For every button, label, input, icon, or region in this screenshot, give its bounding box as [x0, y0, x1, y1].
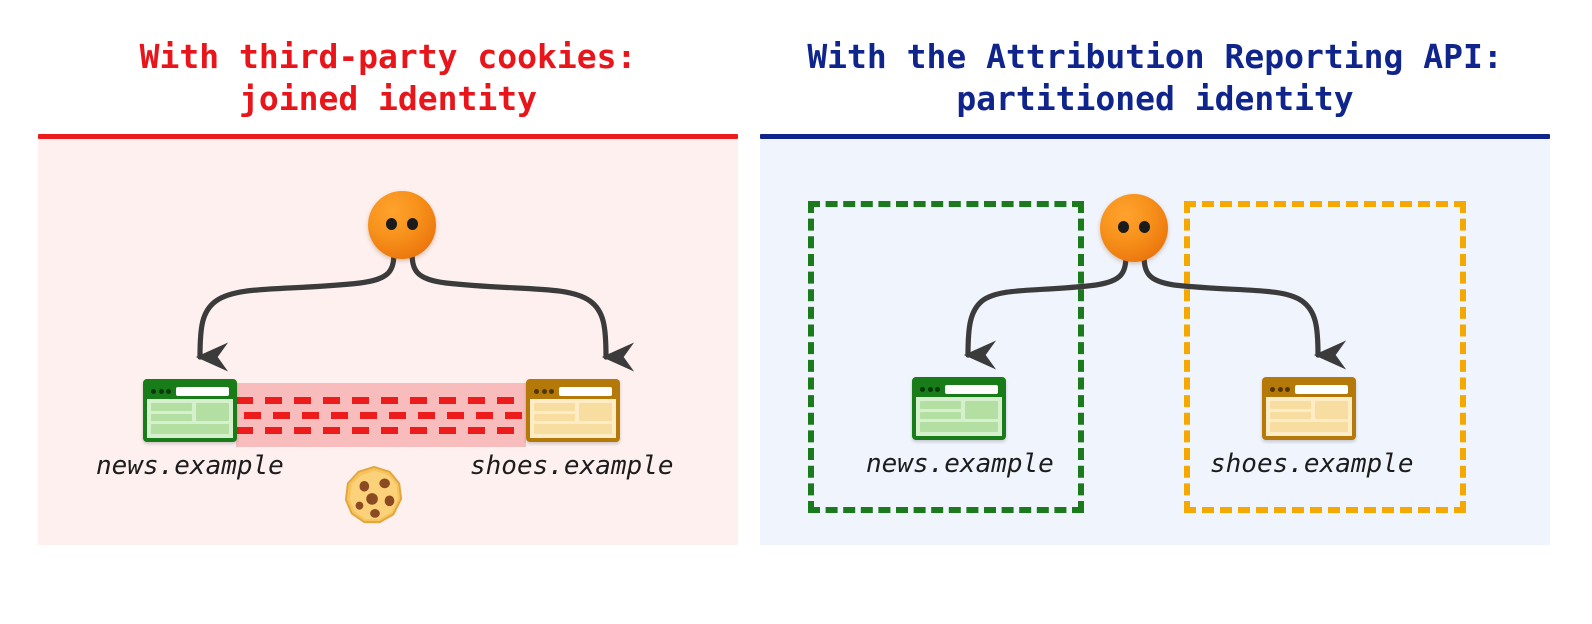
cookie-icon: [344, 466, 403, 524]
panel-title-attribution-reporting-api: With the Attribution Reporting API: part…: [807, 37, 1503, 119]
browser-content-row: [534, 403, 612, 422]
browser-url-bar[interactable]: [559, 386, 612, 396]
joined-identity-dash-row: [236, 397, 526, 405]
browser-titlebar: [916, 381, 1002, 397]
browser-content-column: [534, 403, 576, 422]
browser-window-news-example[interactable]: [912, 377, 1006, 441]
browser-content-block: [151, 424, 229, 435]
arrow-to-news-example: [195, 248, 397, 373]
panel-title-third-party-cookies: With third-party cookies: joined identit…: [139, 37, 637, 119]
panel-attribution-reporting-api: With the Attribution Reporting API: part…: [760, 0, 1550, 624]
browser-content-block: [920, 411, 962, 420]
avatar-eye-right-icon: [1139, 221, 1150, 234]
joined-identity-band: [236, 383, 526, 448]
joined-identity-dash-row: [236, 411, 526, 419]
arrow-to-shoes-example: [409, 248, 635, 373]
browser-content-block: [965, 401, 998, 420]
browser-content-column: [151, 403, 193, 422]
avatar-eye-right-icon: [407, 218, 418, 231]
browser-content-block: [151, 403, 193, 411]
browser-window-shoes-example[interactable]: [526, 379, 620, 443]
browser-content-block: [920, 401, 962, 409]
site-label-news-example: news.example: [96, 451, 284, 482]
browser-url-bar[interactable]: [945, 384, 998, 394]
browser-content-block: [1270, 422, 1348, 433]
browser-viewport: [147, 399, 233, 439]
browser-content-block: [534, 424, 612, 435]
user-identity-avatar: [368, 191, 436, 260]
browser-content-row: [1270, 401, 1348, 420]
avatar-eye-left-icon: [386, 218, 397, 231]
site-label-shoes-example: shoes.example: [470, 451, 674, 482]
browser-content-block: [534, 413, 576, 422]
panel-body-attribution-reporting-api: news.example shoes.example: [760, 139, 1550, 546]
browser-content-block: [196, 403, 229, 422]
avatar-eye-left-icon: [1118, 221, 1129, 234]
browser-content-block: [151, 413, 193, 422]
user-identity-avatar: [1100, 194, 1168, 263]
browser-content-block: [1315, 401, 1348, 420]
browser-content-block: [579, 403, 612, 422]
browser-nav-dots-icon: [534, 388, 554, 394]
browser-content-column: [1270, 401, 1312, 420]
browser-nav-dots-icon: [151, 388, 171, 394]
browser-viewport: [530, 399, 616, 439]
browser-nav-dots-icon: [920, 386, 940, 392]
panel-third-party-cookies: With third-party cookies: joined identit…: [38, 0, 738, 624]
browser-content-row: [151, 403, 229, 422]
browser-titlebar: [147, 383, 233, 399]
browser-content-row: [920, 401, 998, 420]
browser-url-bar[interactable]: [176, 386, 229, 396]
joined-identity-dash-row: [236, 426, 526, 434]
browser-nav-dots-icon: [1270, 386, 1290, 392]
browser-viewport: [916, 397, 1002, 437]
site-label-shoes-example: shoes.example: [1210, 449, 1414, 480]
browser-window-shoes-example[interactable]: [1262, 377, 1356, 441]
browser-url-bar[interactable]: [1295, 384, 1348, 394]
browser-content-block: [534, 403, 576, 411]
site-label-news-example: news.example: [866, 449, 1054, 480]
diagram-root: With third-party cookies: joined identit…: [0, 0, 1592, 624]
browser-content-block: [920, 422, 998, 433]
panel-body-third-party-cookies: news.example shoes.example: [38, 139, 738, 546]
browser-window-news-example[interactable]: [143, 379, 237, 443]
browser-content-block: [1270, 411, 1312, 420]
browser-content-block: [1270, 401, 1312, 409]
browser-titlebar: [1266, 381, 1352, 397]
browser-viewport: [1266, 397, 1352, 437]
browser-titlebar: [530, 383, 616, 399]
browser-content-column: [920, 401, 962, 420]
